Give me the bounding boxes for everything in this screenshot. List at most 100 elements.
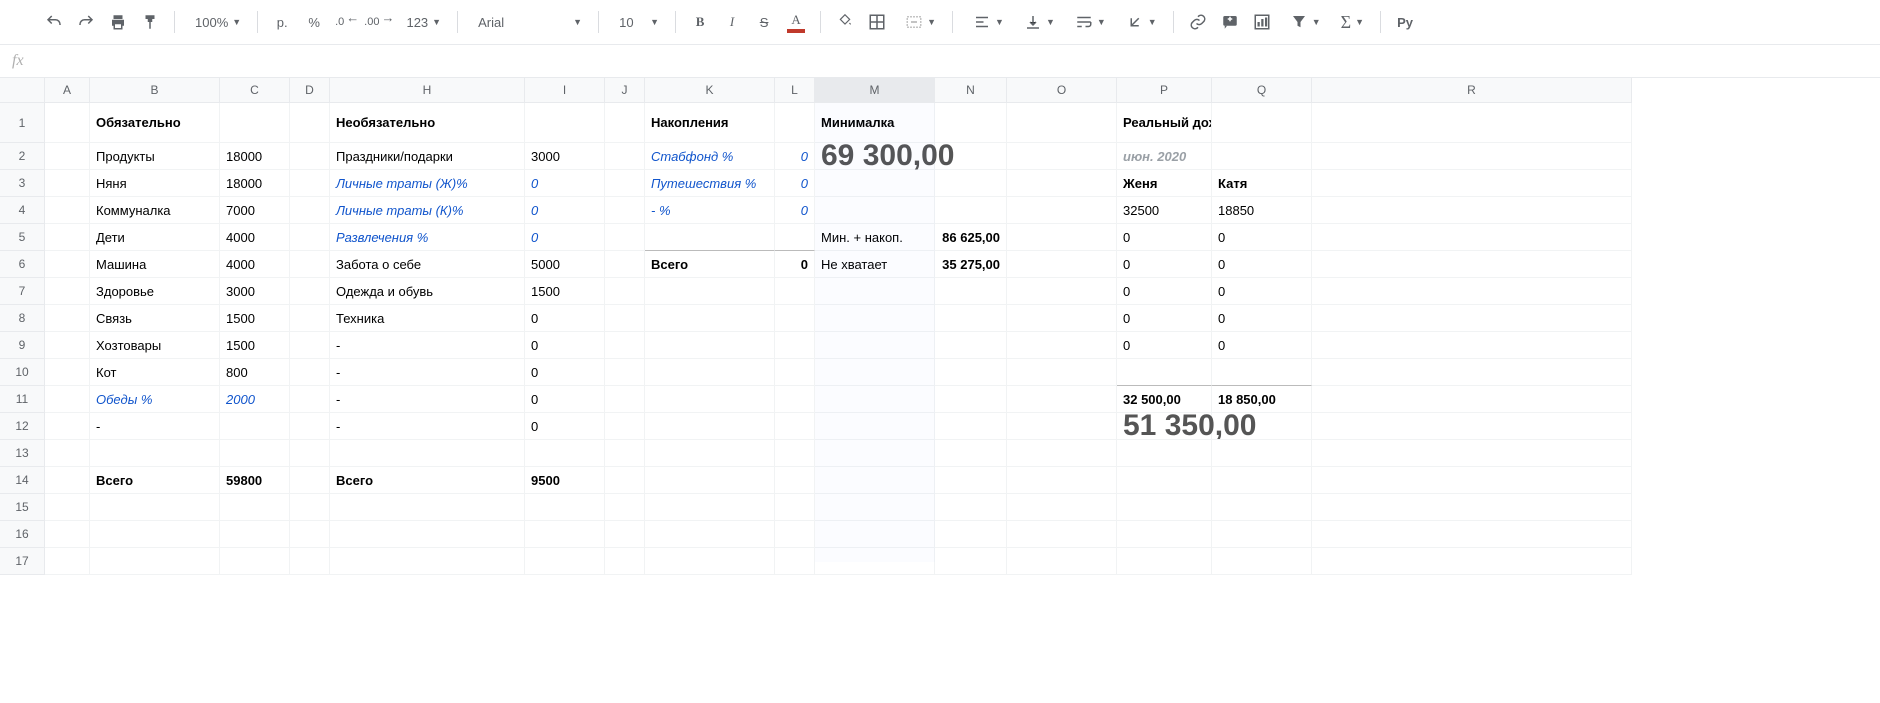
cell[interactable] bbox=[45, 359, 90, 386]
income-p1[interactable]: 0 bbox=[1117, 305, 1212, 332]
cell[interactable] bbox=[605, 197, 645, 224]
cell[interactable] bbox=[775, 467, 815, 494]
cell[interactable] bbox=[935, 440, 1007, 467]
optional-name[interactable]: - bbox=[330, 332, 525, 359]
python-button[interactable]: Py bbox=[1391, 8, 1419, 36]
row-header-5[interactable]: 5 bbox=[0, 224, 45, 251]
header-optional[interactable]: Необязательно bbox=[330, 103, 525, 143]
cell[interactable] bbox=[1312, 413, 1632, 440]
cell[interactable] bbox=[1007, 224, 1117, 251]
cell[interactable] bbox=[330, 494, 525, 521]
income-p1[interactable]: 0 bbox=[1117, 251, 1212, 278]
cell[interactable] bbox=[290, 278, 330, 305]
row-header-8[interactable]: 8 bbox=[0, 305, 45, 332]
cell[interactable] bbox=[45, 143, 90, 170]
cell[interactable] bbox=[90, 440, 220, 467]
optional-val[interactable]: 3000 bbox=[525, 143, 605, 170]
cell[interactable] bbox=[525, 494, 605, 521]
savings-name[interactable]: Путешествия % bbox=[645, 170, 775, 197]
savings-val[interactable]: 0 bbox=[775, 143, 815, 170]
cell[interactable] bbox=[1007, 103, 1117, 143]
row-header-1[interactable]: 1 bbox=[0, 103, 45, 143]
cell[interactable] bbox=[290, 305, 330, 332]
cell[interactable] bbox=[1312, 440, 1632, 467]
mandatory-name[interactable]: Обеды % bbox=[90, 386, 220, 413]
cell[interactable] bbox=[605, 467, 645, 494]
cell[interactable] bbox=[775, 548, 815, 575]
row-header-4[interactable]: 4 bbox=[0, 197, 45, 224]
header-mandatory[interactable]: Обязательно bbox=[90, 103, 220, 143]
cell[interactable] bbox=[935, 467, 1007, 494]
cell[interactable] bbox=[935, 359, 1007, 386]
optional-total-label[interactable]: Всего bbox=[330, 467, 525, 494]
income-p1[interactable]: 32500 bbox=[1117, 197, 1212, 224]
mandatory-val[interactable]: 18000 bbox=[220, 170, 290, 197]
cell[interactable] bbox=[1007, 305, 1117, 332]
increase-decimal-button[interactable]: .00→ bbox=[364, 8, 392, 36]
cell[interactable] bbox=[605, 386, 645, 413]
font-dropdown[interactable]: Arial▼ bbox=[468, 8, 588, 36]
cell[interactable] bbox=[1212, 521, 1312, 548]
cell[interactable] bbox=[1312, 143, 1632, 170]
cell[interactable] bbox=[45, 440, 90, 467]
cell[interactable] bbox=[45, 305, 90, 332]
cell[interactable] bbox=[775, 386, 815, 413]
cell[interactable] bbox=[45, 170, 90, 197]
cell[interactable] bbox=[330, 521, 525, 548]
cell[interactable] bbox=[1007, 332, 1117, 359]
font-size-dropdown[interactable]: 10▼ bbox=[609, 8, 665, 36]
cell[interactable] bbox=[775, 332, 815, 359]
cell[interactable] bbox=[775, 359, 815, 386]
optional-name[interactable]: - bbox=[330, 359, 525, 386]
income-p2[interactable]: 0 bbox=[1212, 224, 1312, 251]
cell[interactable] bbox=[220, 440, 290, 467]
mandatory-val[interactable]: 7000 bbox=[220, 197, 290, 224]
cell[interactable] bbox=[90, 494, 220, 521]
cell[interactable] bbox=[605, 521, 645, 548]
optional-val[interactable]: 0 bbox=[525, 305, 605, 332]
income-p2[interactable]: 18850 bbox=[1212, 197, 1312, 224]
cell[interactable] bbox=[645, 521, 775, 548]
cell[interactable] bbox=[330, 440, 525, 467]
income-total-sum[interactable]: 51 350,00 bbox=[1117, 413, 1212, 440]
row-header-7[interactable]: 7 bbox=[0, 278, 45, 305]
cell[interactable] bbox=[290, 197, 330, 224]
cell[interactable] bbox=[605, 103, 645, 143]
cell[interactable] bbox=[605, 251, 645, 278]
column-header-M[interactable]: M bbox=[815, 78, 935, 103]
cell[interactable] bbox=[1312, 386, 1632, 413]
cell[interactable] bbox=[1117, 440, 1212, 467]
header-savings[interactable]: Накопления bbox=[645, 103, 775, 143]
cell[interactable] bbox=[45, 224, 90, 251]
cell[interactable] bbox=[45, 467, 90, 494]
cell[interactable] bbox=[290, 440, 330, 467]
mandatory-val[interactable]: 1500 bbox=[220, 305, 290, 332]
cell[interactable] bbox=[1007, 440, 1117, 467]
cell[interactable] bbox=[1212, 494, 1312, 521]
decrease-decimal-button[interactable]: .0← bbox=[332, 8, 360, 36]
cell[interactable] bbox=[775, 494, 815, 521]
cell[interactable] bbox=[775, 413, 815, 440]
cell[interactable] bbox=[935, 143, 1007, 170]
row-header-6[interactable]: 6 bbox=[0, 251, 45, 278]
mandatory-total-label[interactable]: Всего bbox=[90, 467, 220, 494]
strikethrough-button[interactable]: S bbox=[750, 8, 778, 36]
borders-button[interactable] bbox=[863, 8, 891, 36]
text-wrap-dropdown[interactable]: ▼ bbox=[1065, 8, 1112, 36]
horizontal-align-dropdown[interactable]: ▼ bbox=[963, 8, 1010, 36]
mandatory-name[interactable]: Дети bbox=[90, 224, 220, 251]
optional-val[interactable]: 0 bbox=[525, 197, 605, 224]
cell[interactable] bbox=[935, 305, 1007, 332]
cell[interactable] bbox=[935, 103, 1007, 143]
cell[interactable] bbox=[1117, 359, 1212, 386]
income-p1[interactable]: 0 bbox=[1117, 224, 1212, 251]
mandatory-name[interactable]: Коммуналка bbox=[90, 197, 220, 224]
optional-val[interactable]: 0 bbox=[525, 170, 605, 197]
cell[interactable] bbox=[1007, 467, 1117, 494]
cell[interactable] bbox=[935, 332, 1007, 359]
select-all-corner[interactable] bbox=[0, 78, 45, 103]
insert-link-button[interactable] bbox=[1184, 8, 1212, 36]
cell[interactable] bbox=[1212, 467, 1312, 494]
mandatory-name[interactable]: Няня bbox=[90, 170, 220, 197]
cell[interactable] bbox=[290, 494, 330, 521]
